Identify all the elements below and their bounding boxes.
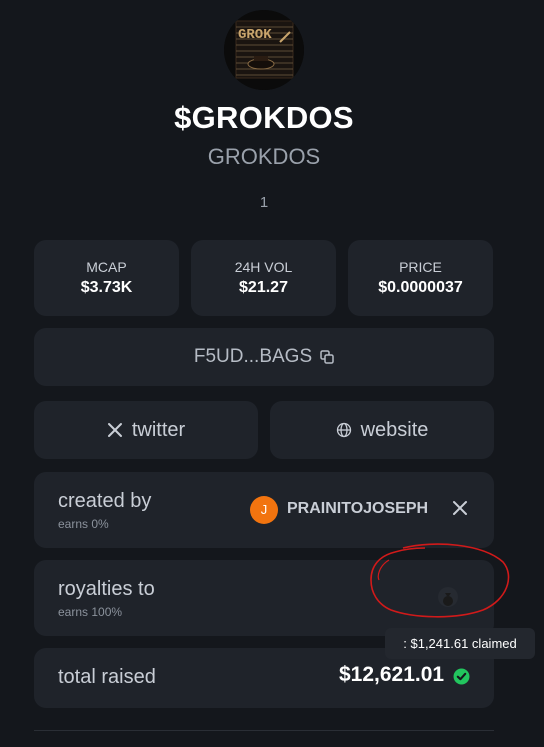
stat-price: PRICE $0.0000037: [348, 240, 493, 316]
created-by-card: created by earns 0% J PRAINITOJOSEPH: [34, 472, 494, 548]
royalties-title: royalties to: [58, 578, 155, 600]
website-link[interactable]: website: [270, 401, 494, 459]
stat-mcap: MCAP $3.73K: [34, 240, 179, 316]
token-ticker: $GROKDOS: [174, 100, 354, 135]
verified-check-icon: [453, 668, 470, 685]
contract-address-button[interactable]: F5UD...BAGS: [34, 328, 494, 386]
contract-address: F5UD...BAGS: [193, 346, 313, 367]
creator-earns: earns 0%: [58, 517, 109, 531]
claimed-tooltip: : $1,241.61 claimed: [385, 628, 535, 659]
token-name: GROKDOS: [207, 144, 321, 169]
twitter-label: twitter: [131, 418, 186, 441]
x-icon: [107, 422, 123, 438]
red-annotation-circle: [370, 543, 510, 618]
website-label: website: [360, 418, 429, 441]
created-by-title: created by: [58, 490, 152, 512]
stat-label: 24H VOL: [234, 259, 293, 275]
stat-value: $21.27: [239, 279, 288, 296]
avatar[interactable]: J: [250, 496, 278, 524]
x-icon[interactable]: [452, 500, 468, 516]
divider: [34, 730, 494, 731]
total-raised-title: total raised: [58, 666, 156, 688]
creator-username[interactable]: PRAINITOJOSEPH: [287, 500, 428, 518]
royalties-earns: earns 100%: [58, 605, 123, 619]
globe-icon: [336, 422, 352, 438]
logo-text: GROK: [238, 27, 272, 43]
token-logo: GROK: [224, 10, 304, 90]
stat-value: $3.73K: [80, 279, 133, 296]
twitter-link[interactable]: twitter: [34, 401, 258, 459]
copy-icon[interactable]: [320, 350, 334, 364]
stat-24h-vol: 24H VOL $21.27: [191, 240, 336, 316]
stat-label: MCAP: [86, 259, 127, 275]
stat-label: PRICE: [399, 259, 442, 275]
stat-value: $0.0000037: [378, 279, 463, 296]
token-count: 1: [259, 194, 269, 211]
total-raised-value: $12,621.01: [339, 663, 445, 686]
